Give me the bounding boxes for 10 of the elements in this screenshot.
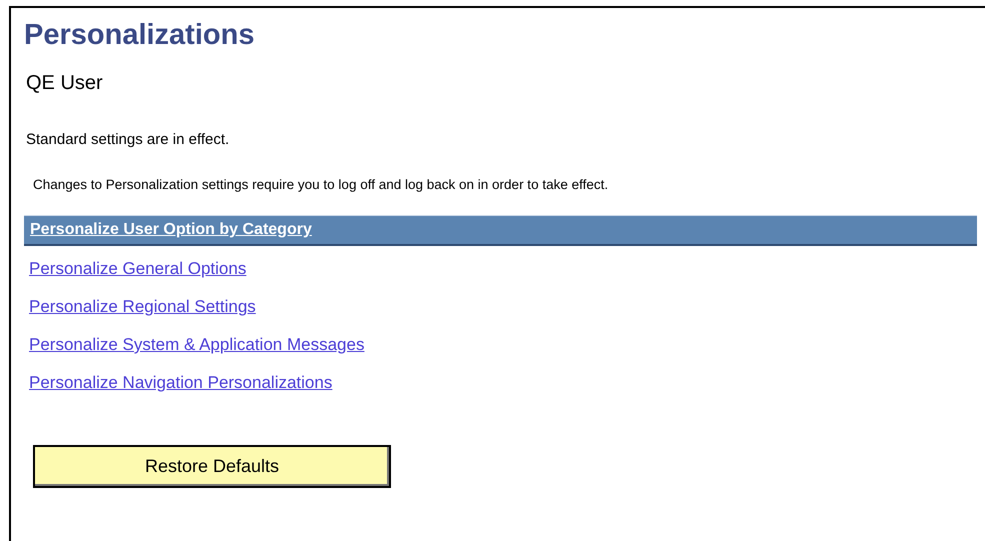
option-link[interactable]: Personalize General Options <box>29 258 246 279</box>
info-note: Changes to Personalization settings require you to log off and log back on in order to take effect. <box>33 177 610 193</box>
status-message: Standard settings are in effect. <box>26 131 230 149</box>
user-name: QE User <box>26 71 104 95</box>
restore-defaults-button[interactable]: Restore Defaults <box>33 445 391 488</box>
page-title: Personalizations <box>24 18 256 52</box>
category-header-link[interactable]: Personalize User Option by Category <box>30 221 312 239</box>
option-link[interactable]: Personalize Regional Settings <box>29 296 256 317</box>
option-link[interactable]: Personalize System & Application Messages <box>29 334 364 355</box>
option-link[interactable]: Personalize Navigation Personalizations <box>29 372 332 393</box>
